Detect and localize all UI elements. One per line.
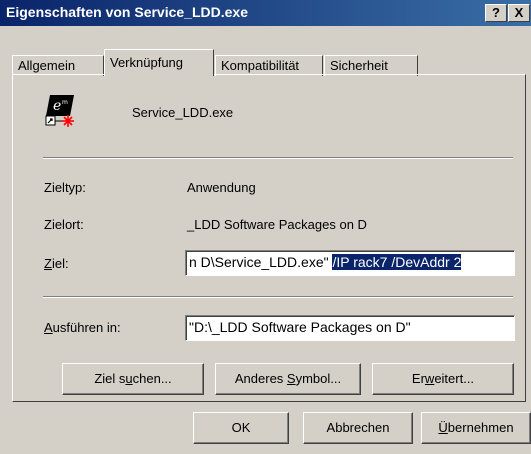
uebernehmen-accel: Ü [438,420,448,435]
zielort-value: _LDD Software Packages on D [187,217,367,232]
shortcut-exe-icon: e m [45,95,74,127]
tab-allgemein[interactable]: Allgemein [12,55,104,76]
ziel-suchen-text-2: chen... [132,371,172,386]
zieltyp-label: Zieltyp: [44,180,86,195]
erweitert-accel: w [424,371,435,386]
tab-sicherheit[interactable]: Sicherheit [324,55,418,76]
zieltyp-value: Anwendung [187,180,256,195]
erweitert-button[interactable]: Erweitert... [372,363,514,395]
ziel-label: Ziel: [44,256,69,271]
svg-text:m: m [62,99,68,106]
ziel-suchen-accel: u [125,371,133,386]
ziel-suchen-text-1: Ziel s [94,371,126,386]
window-title: Eigenschaften von Service_LDD.exe [6,4,248,20]
svg-text:e: e [53,98,61,114]
ziel-label-rest: iel: [51,256,69,271]
anderes-symbol-text-2: ymbol... [295,371,342,386]
anderes-symbol-button[interactable]: Anderes Symbol... [215,363,361,395]
uebernehmen-text: bernehmen [447,420,514,435]
ziel-label-accel: Z [44,256,52,271]
ausfuehren-label-rest: usführen in: [52,320,121,335]
anderes-symbol-accel: S [286,371,296,386]
title-bar[interactable]: Eigenschaften von Service_LDD.exe ? X [0,0,531,26]
tab-kompatibilitaet[interactable]: Kompatibilität [215,55,323,76]
erweitert-text-2: eitert... [434,371,475,386]
close-button[interactable]: X [508,4,530,22]
ziel-input[interactable]: n D\Service_LDD.exe" /IP rack7 /DevAddr … [185,250,515,276]
abbrechen-button[interactable]: Abbrechen [303,412,413,444]
help-button[interactable]: ? [485,4,507,22]
ziel-value-plain: n D\Service_LDD.exe" [189,254,333,270]
ziel-value-selected: /IP rack7 /DevAddr 2 [332,254,462,270]
ok-button[interactable]: OK [193,412,289,444]
ausfuehren-label-accel: A [44,320,53,335]
separator [43,296,513,298]
uebernehmen-button[interactable]: Übernehmen [421,412,531,444]
tab-panel [12,74,526,402]
ausfuehren-label: Ausführen in: [44,320,121,335]
erweitert-text-1: Er [411,371,425,386]
anderes-symbol-text-1: Anderes [234,371,287,386]
ausfuehren-input[interactable]: "D:\_LDD Software Packages on D" [185,315,515,341]
properties-dialog: Eigenschaften von Service_LDD.exe ? X Al… [0,0,531,454]
tab-verknuepfung[interactable]: Verknüpfung [104,49,214,76]
ziel-suchen-button[interactable]: Ziel suchen... [62,363,204,395]
zielort-label: Zielort: [44,217,84,232]
separator [43,157,513,159]
file-name: Service_LDD.exe [132,105,234,120]
